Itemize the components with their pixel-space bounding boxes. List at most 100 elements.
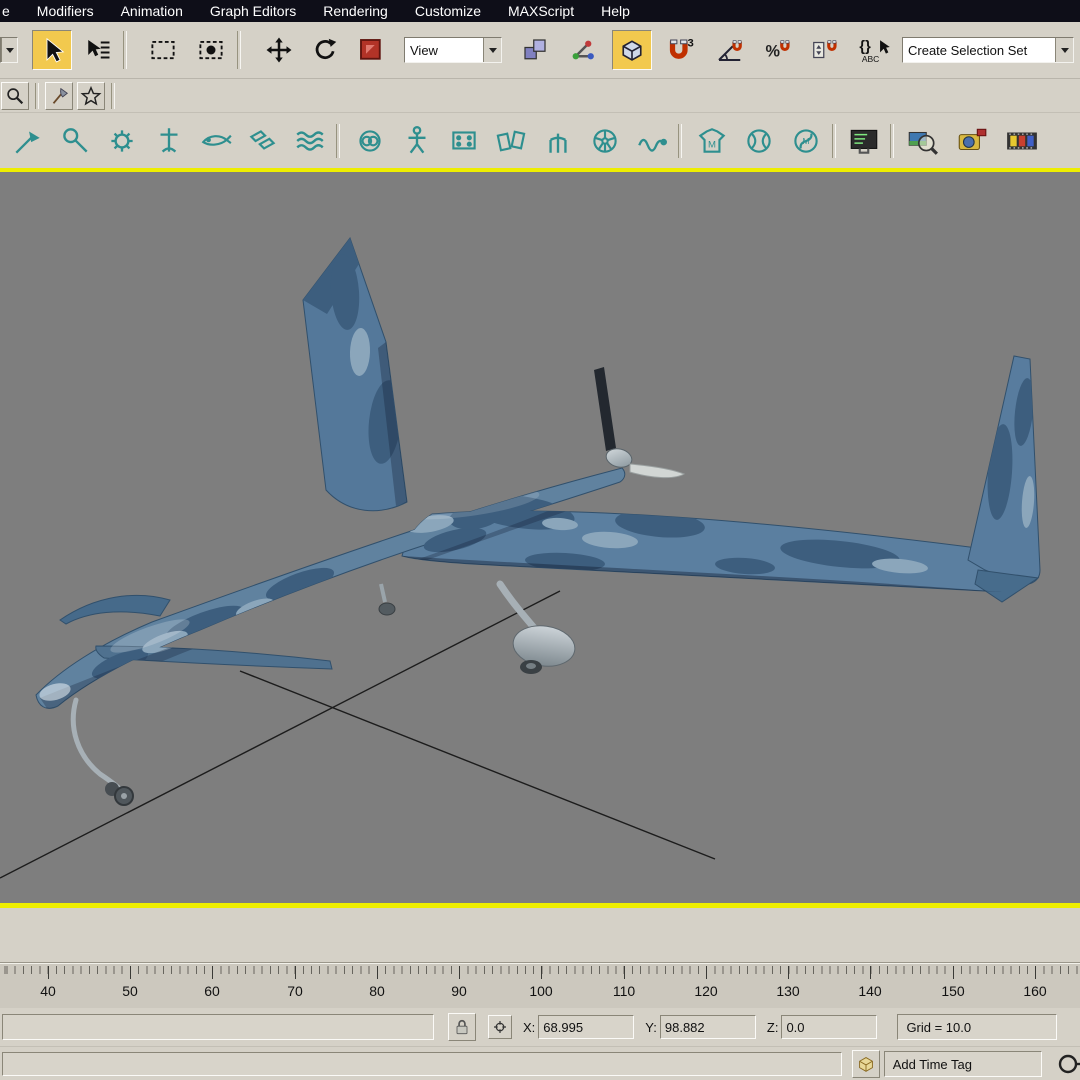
menu-item-partial[interactable]: e — [2, 3, 10, 19]
worm-tool-button[interactable] — [634, 120, 670, 162]
snaps-cube-icon — [622, 40, 642, 61]
ruler-label: 70 — [287, 983, 303, 999]
named-selection-set-dropdown[interactable]: Create Selection Set — [902, 37, 1074, 63]
panel-tool-button[interactable] — [446, 120, 482, 162]
ruler-label: 90 — [451, 983, 467, 999]
menu-item-modifiers[interactable]: Modifiers — [37, 3, 94, 19]
home-grid-lines — [0, 590, 716, 879]
axis-tool-button[interactable] — [151, 120, 187, 162]
selection-set-value: Create Selection Set — [908, 42, 1028, 58]
render-region-button[interactable] — [904, 120, 940, 162]
select-object-button[interactable] — [32, 30, 72, 70]
aircraft-model[interactable] — [35, 236, 1041, 806]
menu-item-maxscript[interactable]: MAXScript — [508, 3, 574, 19]
knife-tool-button[interactable] — [10, 120, 46, 162]
knot-icon — [359, 129, 381, 152]
select-arrow-icon — [46, 37, 65, 63]
z-coordinate-field[interactable] — [781, 1015, 878, 1039]
chevron-down-icon — [1055, 38, 1073, 62]
menu-item-animation[interactable]: Animation — [121, 3, 183, 19]
select-by-name-button[interactable] — [78, 31, 116, 69]
schematic-view-button[interactable] — [846, 120, 882, 162]
snap-3d-magnet-button[interactable]: 3 — [661, 31, 699, 69]
time-slider-track[interactable] — [0, 908, 1080, 963]
selection-lock-button[interactable] — [448, 1013, 476, 1041]
move-icon — [266, 37, 292, 63]
time-tag-cube-icon — [858, 1057, 873, 1072]
cropped-dropdown[interactable] — [0, 37, 18, 63]
select-and-manipulate-button[interactable] — [563, 31, 601, 69]
snaps-toggle-button[interactable] — [612, 30, 652, 70]
ruler-label: 150 — [941, 983, 965, 999]
film-icon — [1007, 132, 1037, 149]
chevron-down-icon — [1, 38, 17, 62]
ruler-label: 140 — [858, 983, 882, 999]
menu-item-graph-editors[interactable]: Graph Editors — [210, 3, 296, 19]
fork-tool-button[interactable] — [540, 120, 576, 162]
main-toolbar: View 3 % {} ABC Create Selection Set — [0, 22, 1080, 79]
grid-readout: Grid = 10.0 — [897, 1014, 1058, 1040]
edit-named-selections-button[interactable]: {} ABC — [853, 31, 895, 69]
tool-axe-button[interactable] — [45, 81, 73, 110]
rect-selection-region-button[interactable] — [144, 31, 182, 69]
select-and-scale-button[interactable] — [352, 31, 390, 69]
fish-tool-button[interactable] — [198, 120, 234, 162]
ruler-label: 130 — [776, 983, 800, 999]
favorites-button[interactable] — [77, 81, 105, 110]
toolbar-separator — [123, 31, 127, 69]
gear-icon — [111, 129, 133, 152]
render-last-button[interactable] — [1004, 120, 1040, 162]
figure-tool-button[interactable] — [399, 120, 435, 162]
render-camera-icon — [958, 128, 987, 150]
add-time-tag[interactable]: Add Time Tag — [883, 1051, 1043, 1077]
perspective-viewport[interactable] — [0, 168, 1080, 908]
toolbar-separator — [678, 123, 682, 158]
inspect-tool-button[interactable] — [57, 120, 93, 162]
spinner-snap-button[interactable] — [806, 31, 844, 69]
prop-blade-rear — [594, 367, 616, 451]
use-center-button[interactable] — [516, 31, 554, 69]
prompt-line — [2, 1014, 434, 1040]
select-and-move-button[interactable] — [260, 31, 298, 69]
front-gear-strut — [70, 697, 125, 795]
far-canard — [59, 594, 171, 625]
time-tag-cube-button[interactable] — [851, 1050, 880, 1078]
zoom-region-button[interactable] — [1, 81, 29, 110]
ruler-label: 110 — [612, 983, 636, 999]
galaxy-tool-button[interactable]: M — [788, 120, 824, 162]
waves-icon — [296, 130, 324, 151]
menu-item-rendering[interactable]: Rendering — [323, 3, 388, 19]
dominoes-tool-button[interactable] — [493, 120, 529, 162]
percent-snap-button[interactable]: % — [759, 31, 797, 69]
viewport-nav-cropped[interactable] — [1054, 1049, 1080, 1079]
timeline-ruler[interactable]: 40 50 60 70 80 90 100 110 120 130 140 15… — [0, 963, 1080, 1009]
menu-item-customize[interactable]: Customize — [415, 3, 481, 19]
x-coordinate-field[interactable] — [538, 1015, 635, 1039]
toolbar-separator — [832, 123, 836, 158]
waves-tool-button[interactable] — [292, 120, 328, 162]
ball-tool-button[interactable] — [741, 120, 777, 162]
absolute-offset-toggle[interactable] — [488, 1015, 512, 1039]
mini-toolbar — [0, 79, 1080, 113]
ruler-label: 80 — [369, 983, 385, 999]
gear-tool-button[interactable] — [104, 120, 140, 162]
z-label: Z: — [766, 1019, 779, 1035]
pan-circle-icon — [1059, 1054, 1080, 1074]
wheel-tool-button[interactable] — [587, 120, 623, 162]
magnifier-icon — [63, 127, 88, 152]
window-crossing-button[interactable] — [192, 31, 230, 69]
render-scene-button[interactable] — [954, 120, 990, 162]
select-and-rotate-button[interactable] — [306, 31, 344, 69]
x-label: X: — [523, 1019, 536, 1035]
boxes-tool-button[interactable] — [245, 120, 281, 162]
scale-icon — [360, 39, 381, 60]
knot-tool-button[interactable] — [352, 120, 388, 162]
zoom-icon — [7, 87, 24, 104]
cloth-tool-button[interactable]: M — [694, 120, 730, 162]
reference-coordinate-dropdown[interactable]: View — [404, 37, 502, 63]
angle-snap-button[interactable] — [710, 31, 748, 69]
ruler-label: 40 — [40, 983, 56, 999]
y-coordinate-field[interactable] — [659, 1015, 756, 1039]
dominoes-icon — [496, 130, 526, 151]
menu-item-help[interactable]: Help — [601, 3, 630, 19]
